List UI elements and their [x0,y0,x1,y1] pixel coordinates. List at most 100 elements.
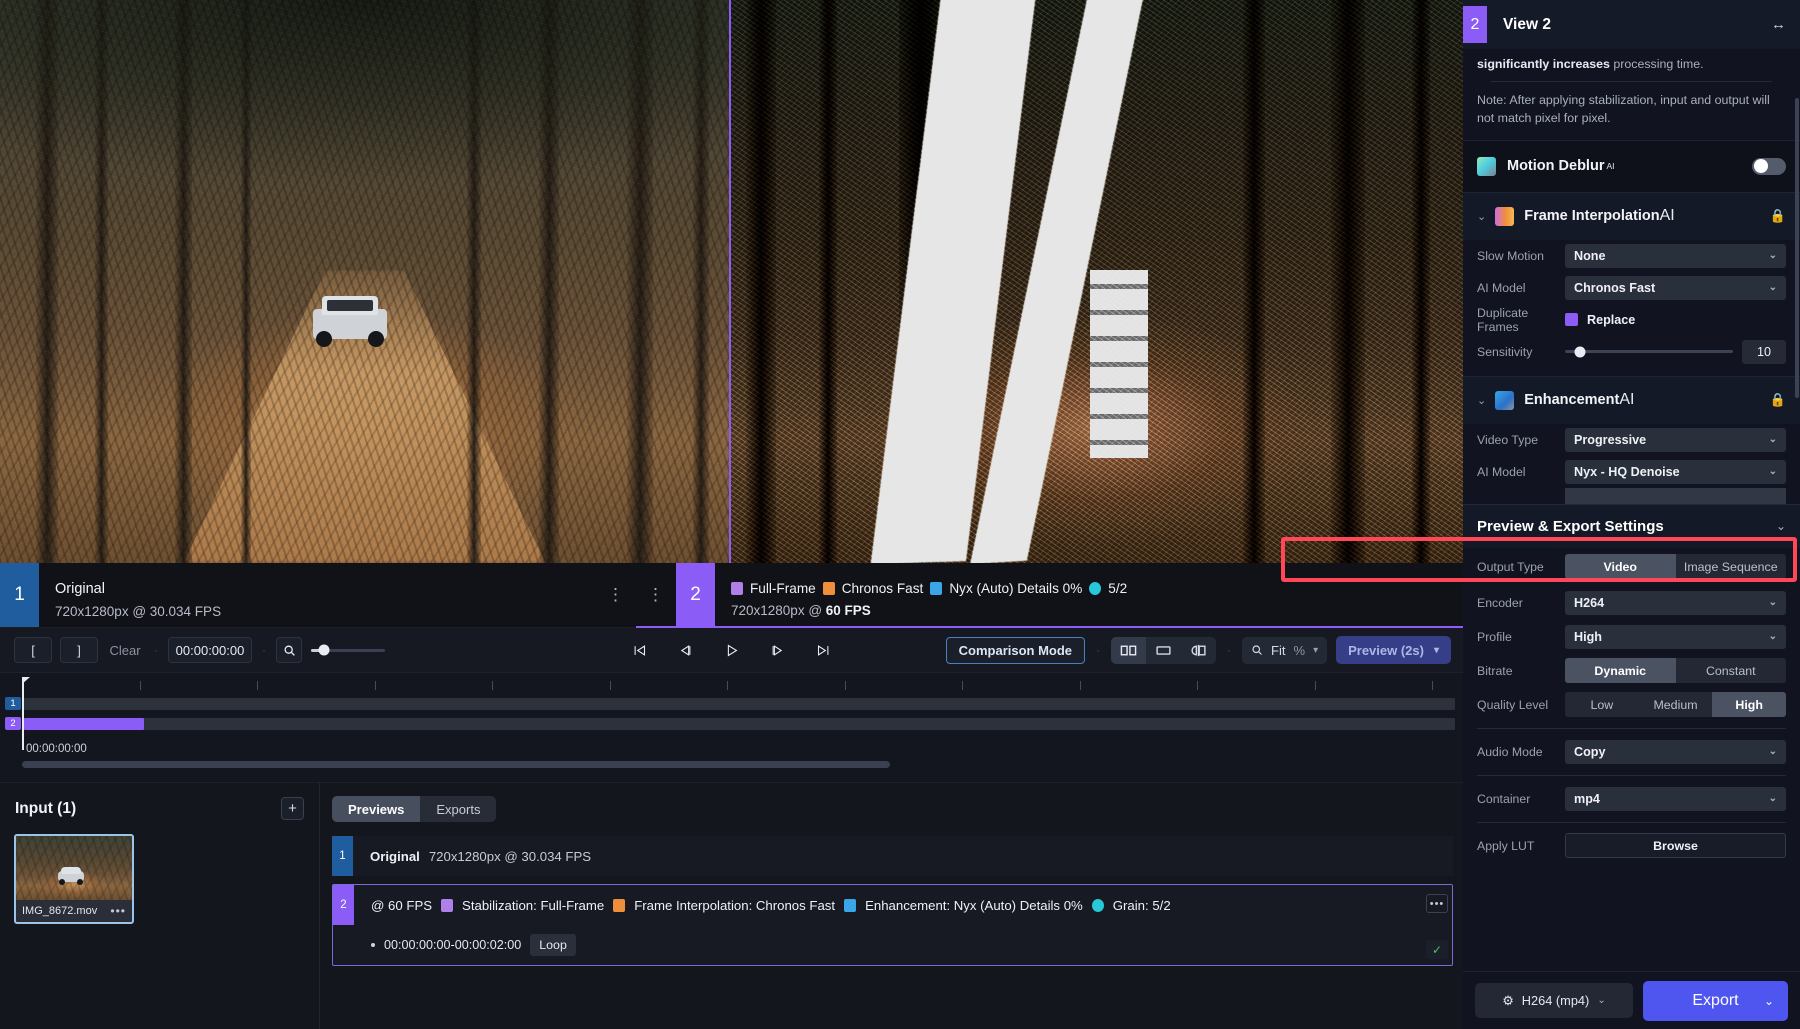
search-icon[interactable] [276,637,302,663]
audio-mode-select[interactable]: Copy⌄ [1565,740,1786,764]
bitrate-dynamic[interactable]: Dynamic [1565,658,1676,683]
output-type-image-sequence[interactable]: Image Sequence [1676,554,1787,579]
timeline-playhead[interactable] [22,677,24,750]
video-type-select[interactable]: Progressive⌄ [1565,428,1786,452]
bitrate-constant[interactable]: Constant [1676,658,1787,683]
encoder-label: Encoder [1477,596,1565,610]
field-partially-hidden [1463,488,1800,504]
quality-level-label: Quality Level [1477,698,1565,712]
chevron-down-icon: ⌄ [1769,282,1777,293]
clear-marks-button[interactable]: Clear [106,637,144,663]
queue-row-menu-icon[interactable]: ••• [1426,894,1448,913]
fi-ai-model-select[interactable]: Chronos Fast ⌄ [1565,276,1786,300]
tab-previews[interactable]: Previews [332,796,420,822]
hidden-select[interactable] [1565,488,1786,504]
preview-button[interactable]: Preview (2s) ▾ [1336,636,1451,664]
module-motion-deblur[interactable]: Motion Deblur AI [1463,140,1800,192]
queue-row-preview[interactable]: 2 @ 60 FPS Stabilization: Full-Frame Fra… [333,885,1452,925]
section-enhancement[interactable]: ⌄ Enhancement AI 🔒 [1463,376,1800,424]
frame-interpolation-label: Frame Interpolation [1524,208,1659,224]
original-more-menu-icon[interactable]: ⋮ [596,563,636,627]
lock-icon[interactable]: 🔒 [1770,392,1786,408]
enh-ai-model-select[interactable]: Nyx - HQ Denoise⌄ [1565,460,1786,484]
step-forward-icon[interactable] [766,638,790,662]
mark-in-button[interactable]: [ [14,637,52,663]
loop-button[interactable]: Loop [530,934,576,956]
output-type-video[interactable]: Video [1565,554,1676,579]
enhancement-icon [1495,391,1514,410]
profile-select[interactable]: High⌄ [1565,625,1786,649]
sensitivity-slider[interactable] [1565,350,1733,353]
queue-row-index: 2 [333,885,354,925]
chevron-down-icon: ⌄ [1769,434,1777,445]
track-bar[interactable] [24,718,1455,730]
layout-single-icon[interactable] [1146,637,1181,664]
zoom-slider[interactable] [311,649,385,652]
queue-row-original[interactable]: 1 Original 720x1280px @ 30.034 FPS [332,836,1453,876]
motion-deblur-toggle[interactable] [1752,158,1786,175]
export-button[interactable]: Export ⌄ [1643,981,1788,1021]
timeline-track-2[interactable]: 2 [0,715,1463,732]
quality-medium[interactable]: Medium [1639,692,1713,717]
quality-low[interactable]: Low [1565,692,1639,717]
track-bar[interactable] [24,698,1455,710]
layout-split-slider-icon[interactable] [1181,637,1216,664]
field-container: Container mp4⌄ [1463,782,1800,816]
duplicate-frames-checkbox[interactable] [1565,313,1578,326]
quality-high[interactable]: High [1712,692,1786,717]
lock-icon[interactable]: 🔒 [1770,208,1786,224]
sensitivity-value[interactable]: 10 [1742,340,1786,364]
container-select[interactable]: mp4⌄ [1565,787,1786,811]
skip-to-start-icon[interactable] [628,638,652,662]
preview-export-settings-header[interactable]: Preview & Export Settings ⌄ [1463,504,1800,548]
chevron-down-icon[interactable]: ⌄ [1477,210,1486,223]
chevron-down-icon[interactable]: ▾ [1434,645,1439,656]
chevron-down-icon[interactable]: ⌄ [1597,995,1605,1006]
comparison-mode-button[interactable]: Comparison Mode [946,637,1085,664]
right-panel-scrollbar[interactable] [1795,98,1799,398]
zoom-level-label: Fit [1271,643,1285,658]
timeline-horizontal-scrollbar[interactable] [22,761,890,768]
apply-lut-label: Apply LUT [1477,839,1565,853]
chevron-down-icon[interactable]: ⌄ [1764,994,1774,1008]
field-sensitivity: Sensitivity 10 [1463,336,1800,368]
expand-panel-icon[interactable]: ↔ [1771,16,1800,33]
tab-exports[interactable]: Exports [420,796,496,822]
chevron-down-icon: ⌄ [1769,746,1777,757]
fi-ai-model-value: Chronos Fast [1574,281,1655,295]
step-back-icon[interactable] [674,638,698,662]
add-input-button[interactable]: + [281,797,304,820]
play-icon[interactable] [720,638,744,662]
skip-to-end-icon[interactable] [812,638,836,662]
queue-row-status-check-icon[interactable]: ✓ [1426,940,1448,959]
playhead-timecode: 00:00:00:00 [26,743,87,755]
layout-side-by-side-icon[interactable] [1111,637,1146,664]
field-audio-mode: Audio Mode Copy⌄ [1463,735,1800,769]
profile-label: Profile [1477,630,1565,644]
queue-group-preview: 2 @ 60 FPS Stabilization: Full-Frame Fra… [332,884,1453,966]
lut-browse-button[interactable]: Browse [1565,833,1786,858]
range-bullet [371,943,375,947]
chevron-down-icon[interactable]: ⌄ [1776,519,1786,533]
mark-out-button[interactable]: ] [60,637,98,663]
chevron-down-icon: ⌄ [1769,597,1777,608]
chevron-down-icon[interactable]: ⌄ [1477,394,1486,407]
zoom-level-control[interactable]: Fit % ▾ [1242,637,1327,664]
section-frame-interpolation[interactable]: ⌄ Frame Interpolation AI 🔒 [1463,192,1800,240]
divider [1477,728,1786,729]
encoder-select[interactable]: H264⌄ [1565,591,1786,615]
chip-label-stabilization: Full-Frame [750,581,816,596]
encoder-summary-button[interactable]: ⚙ H264 (mp4) ⌄ [1475,983,1633,1018]
current-timecode[interactable]: 00:00:00:00 [168,637,252,663]
view-title: View 2 [1503,16,1551,34]
viewer-pane-enhanced[interactable] [729,0,1463,563]
input-item-menu-icon[interactable]: ••• [110,904,126,918]
timeline-track-1[interactable]: 1 [0,695,1463,712]
field-quality-level: Quality Level Low Medium High [1463,688,1800,722]
input-thumbnail-card[interactable]: IMG_8672.mov ••• [14,834,134,924]
slow-motion-select[interactable]: None⌄ [1565,244,1786,268]
chevron-down-icon[interactable]: ▾ [1313,645,1318,656]
viewer-pane-original[interactable] [0,0,729,563]
enhanced-more-menu-icon[interactable]: ⋮ [636,563,676,626]
timeline[interactable]: 1 2 00:00:00:00 [0,673,1463,783]
